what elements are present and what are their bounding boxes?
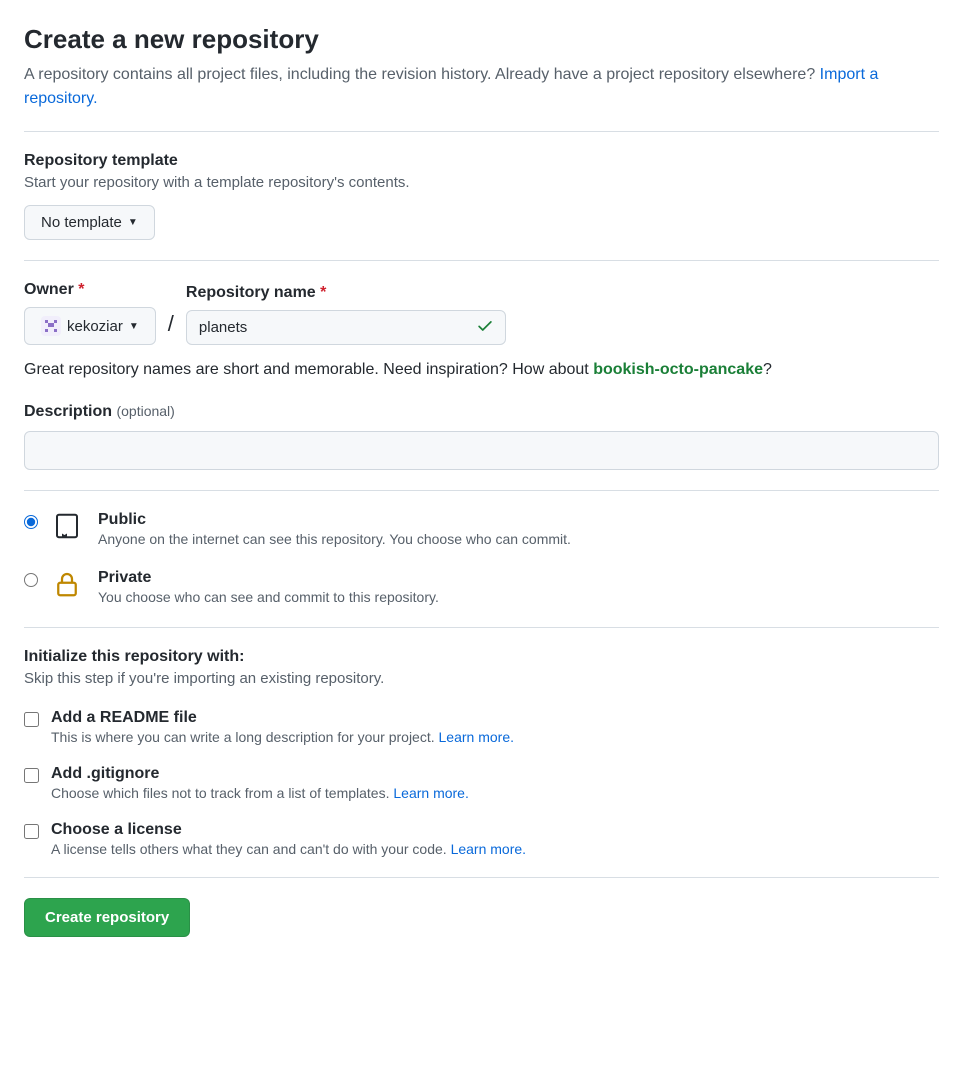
page-title: Create a new repository xyxy=(24,24,939,55)
owner-selected-value: kekoziar xyxy=(67,318,123,335)
add-gitignore-checkbox[interactable] xyxy=(24,768,39,783)
visibility-public-radio[interactable] xyxy=(24,515,38,529)
divider xyxy=(24,877,939,878)
template-selected-value: No template xyxy=(41,214,122,231)
avatar-icon xyxy=(41,316,61,336)
lock-icon xyxy=(52,569,84,601)
visibility-private-row[interactable]: Private You choose who can see and commi… xyxy=(24,569,939,605)
visibility-private-title: Private xyxy=(98,569,439,587)
template-label: Repository template xyxy=(24,152,939,170)
visibility-public-desc: Anyone on the internet can see this repo… xyxy=(98,531,571,547)
divider xyxy=(24,260,939,261)
caret-down-icon: ▼ xyxy=(129,321,139,332)
add-gitignore-row[interactable]: Add .gitignore Choose which files not to… xyxy=(24,765,939,801)
visibility-public-row[interactable]: Public Anyone on the internet can see th… xyxy=(24,511,939,547)
description-input[interactable] xyxy=(24,431,939,470)
required-marker: * xyxy=(320,284,326,301)
choose-license-desc: A license tells others what they can and… xyxy=(51,841,526,857)
visibility-private-desc: You choose who can see and commit to thi… xyxy=(98,589,439,605)
template-desc: Start your repository with a template re… xyxy=(24,174,939,191)
divider xyxy=(24,627,939,628)
gitignore-learn-more-link[interactable]: Learn more. xyxy=(393,785,468,801)
required-marker: * xyxy=(78,281,84,298)
repo-name-input[interactable] xyxy=(186,310,506,345)
add-readme-checkbox[interactable] xyxy=(24,712,39,727)
repo-name-suggestion[interactable]: bookish-octo-pancake xyxy=(593,361,763,378)
subhead-text: A repository contains all project files,… xyxy=(24,66,820,83)
add-readme-row[interactable]: Add a README file This is where you can … xyxy=(24,709,939,745)
init-skip-text: Skip this step if you're importing an ex… xyxy=(24,670,939,687)
init-heading: Initialize this repository with: xyxy=(24,648,939,666)
visibility-private-radio[interactable] xyxy=(24,573,38,587)
page-subhead: A repository contains all project files,… xyxy=(24,63,939,111)
readme-learn-more-link[interactable]: Learn more. xyxy=(439,729,514,745)
visibility-public-title: Public xyxy=(98,511,571,529)
repo-name-label: Repository name * xyxy=(186,284,506,302)
choose-license-row[interactable]: Choose a license A license tells others … xyxy=(24,821,939,857)
add-gitignore-desc: Choose which files not to track from a l… xyxy=(51,785,469,801)
owner-field: Owner * kekoziar ▼ xyxy=(24,281,156,345)
add-readme-desc: This is where you can write a long descr… xyxy=(51,729,514,745)
description-label: Description (optional) xyxy=(24,403,939,421)
divider xyxy=(24,131,939,132)
choose-license-title: Choose a license xyxy=(51,821,526,839)
repo-name-field: Repository name * xyxy=(186,284,506,345)
repo-name-hint: Great repository names are short and mem… xyxy=(24,361,939,379)
license-learn-more-link[interactable]: Learn more. xyxy=(451,841,526,857)
caret-down-icon: ▼ xyxy=(128,217,138,228)
add-gitignore-title: Add .gitignore xyxy=(51,765,469,783)
add-readme-title: Add a README file xyxy=(51,709,514,727)
repo-icon xyxy=(52,511,84,543)
owner-repo-separator: / xyxy=(168,311,174,345)
divider xyxy=(24,490,939,491)
checkmark-icon xyxy=(476,316,494,339)
owner-select[interactable]: kekoziar ▼ xyxy=(24,307,156,345)
choose-license-checkbox[interactable] xyxy=(24,824,39,839)
create-repository-button[interactable]: Create repository xyxy=(24,898,190,937)
template-select[interactable]: No template ▼ xyxy=(24,205,155,240)
owner-label: Owner * xyxy=(24,281,156,299)
